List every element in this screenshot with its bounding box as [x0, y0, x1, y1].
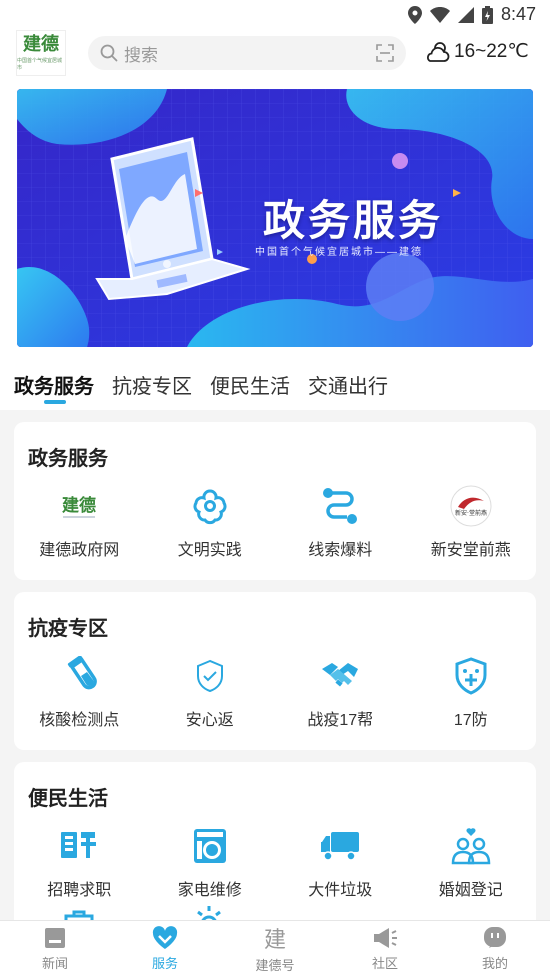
app-header: 建德 中国首个气候宜居城市 搜索 16~22℃ — [0, 30, 550, 80]
status-bar: 8:47 — [0, 0, 550, 30]
app-logo[interactable]: 建德 中国首个气候宜居城市 — [16, 30, 66, 76]
service-fight-epidemic-17[interactable]: 战疫17帮 — [275, 654, 406, 730]
service-recruitment[interactable]: 招聘求职 — [14, 824, 145, 900]
government-services-card: 政务服务 建德 建德政府网 文明实践 线索爆料 新安·堂前燕 新安堂前燕 — [14, 422, 536, 580]
scan-icon[interactable] — [376, 44, 394, 62]
couple-icon — [449, 824, 493, 868]
wifi-icon — [429, 6, 450, 23]
service-label: 招聘求职 — [47, 882, 112, 899]
search-placeholder: 搜索 — [124, 45, 158, 65]
nav-community[interactable]: 社区 — [330, 921, 440, 978]
search-icon — [100, 44, 118, 62]
tab-active-indicator — [44, 400, 66, 404]
jiande-icon: 建 — [264, 928, 286, 952]
service-appliance-repair[interactable]: 家电维修 — [145, 824, 276, 900]
service-jiande-gov[interactable]: 建德 建德政府网 — [14, 484, 145, 560]
weather-widget[interactable]: 16~22℃ — [424, 40, 529, 63]
service-civilization-practice[interactable]: 文明实践 — [145, 484, 276, 560]
banner-subtitle: 中国首个气候宜居城市——建德 — [255, 247, 423, 258]
recruit-icon — [57, 824, 101, 868]
weather-temperature: 16~22℃ — [454, 41, 529, 62]
category-tabs: 政务服务 抗疫专区 便民生活 交通出行 — [0, 358, 550, 410]
epidemic-zone-card: 抗疫专区 核酸检测点 安心返 战疫17帮 17防 — [14, 592, 536, 750]
nav-services[interactable]: 服务 — [110, 921, 220, 978]
service-label: 17防 — [453, 712, 488, 729]
status-icons: 8:47 — [407, 4, 536, 25]
nav-label: 服务 — [151, 956, 178, 971]
section-title: 政务服务 — [28, 448, 108, 470]
service-safe-return[interactable]: 安心返 — [145, 654, 276, 730]
tab-label: 便民生活 — [210, 376, 290, 398]
handshake-icon — [318, 654, 362, 698]
status-time: 8:47 — [500, 4, 536, 24]
service-label: 核酸检测点 — [39, 712, 120, 729]
banner-title: 政务服务 — [263, 196, 444, 245]
route-icon — [318, 484, 362, 528]
service-marriage-registration[interactable]: 婚姻登记 — [406, 824, 537, 900]
svg-text:建德: 建德 — [62, 495, 96, 516]
shield-check-icon — [188, 654, 232, 698]
service-nucleic-test[interactable]: 核酸检测点 — [14, 654, 145, 730]
washing-machine-icon — [188, 824, 232, 868]
nav-label: 新闻 — [41, 956, 68, 971]
tab-label: 交通出行 — [308, 376, 388, 398]
tab-label: 政务服务 — [14, 376, 94, 398]
service-label: 家电维修 — [177, 882, 242, 899]
megaphone-icon — [374, 928, 397, 948]
service-grid: 招聘求职 家电维修 大件垃圾 婚姻登记 — [14, 824, 536, 900]
cloudy-icon — [427, 41, 450, 62]
truck-icon — [318, 824, 362, 868]
tab-government-services[interactable]: 政务服务 — [14, 358, 94, 410]
service-label: 新安堂前燕 — [430, 542, 511, 559]
nav-news[interactable]: 新闻 — [0, 921, 110, 978]
bottom-navigation: 新闻 服务 建 建德号 社区 我的 — [0, 920, 550, 978]
service-label: 婚姻登记 — [438, 882, 503, 899]
logo-text: 建德 — [23, 33, 59, 55]
flower-icon — [188, 484, 232, 528]
shield-plus-icon — [449, 654, 493, 698]
convenience-life-card: 便民生活 招聘求职 家电维修 大件垃圾 婚姻登记 — [14, 762, 536, 932]
tab-label: 抗疫专区 — [112, 376, 192, 398]
nav-label: 社区 — [371, 956, 398, 971]
profile-icon — [484, 927, 506, 948]
service-label: 建德政府网 — [39, 542, 120, 559]
nav-label: 我的 — [481, 956, 508, 971]
jiande-logo-icon: 建德 — [57, 484, 101, 528]
nav-jiande-account[interactable]: 建 建德号 — [220, 921, 330, 978]
svg-text:新安·堂前燕: 新安·堂前燕 — [455, 509, 487, 517]
search-bar[interactable]: 搜索 — [88, 36, 406, 70]
service-grid: 建德 建德政府网 文明实践 线索爆料 新安·堂前燕 新安堂前燕 — [14, 484, 536, 560]
tab-convenience-life[interactable]: 便民生活 — [210, 358, 290, 410]
battery-icon — [481, 5, 493, 24]
tab-epidemic-zone[interactable]: 抗疫专区 — [112, 358, 192, 410]
signal-icon — [457, 6, 474, 23]
nav-label: 建德号 — [255, 958, 295, 973]
section-title: 便民生活 — [28, 788, 108, 810]
service-17-prevention[interactable]: 17防 — [406, 654, 537, 730]
test-tube-icon — [57, 654, 101, 698]
section-title: 抗疫专区 — [28, 618, 108, 640]
service-label: 大件垃圾 — [308, 882, 373, 899]
service-clue-report[interactable]: 线索爆料 — [275, 484, 406, 560]
news-icon — [45, 928, 65, 948]
banner-section: 政务服务 中国首个气候宜居城市——建德 — [0, 80, 550, 358]
location-icon — [407, 5, 422, 24]
service-label: 线索爆料 — [308, 542, 373, 559]
nav-profile[interactable]: 我的 — [440, 921, 550, 978]
service-label: 安心返 — [185, 712, 234, 729]
svg-text:建: 建 — [264, 928, 286, 952]
xinantang-logo-icon: 新安·堂前燕 — [449, 484, 493, 528]
tab-transportation[interactable]: 交通出行 — [308, 358, 388, 410]
service-grid: 核酸检测点 安心返 战疫17帮 17防 — [14, 654, 536, 730]
banner[interactable]: 政务服务 中国首个气候宜居城市——建德 — [17, 89, 533, 347]
service-label: 文明实践 — [177, 542, 242, 559]
service-label: 战疫17帮 — [307, 712, 374, 729]
service-xinantang[interactable]: 新安·堂前燕 新安堂前燕 — [406, 484, 537, 560]
service-bulky-waste[interactable]: 大件垃圾 — [275, 824, 406, 900]
logo-subtitle: 中国首个气候宜居城市 — [17, 57, 63, 71]
heart-icon — [152, 926, 178, 949]
